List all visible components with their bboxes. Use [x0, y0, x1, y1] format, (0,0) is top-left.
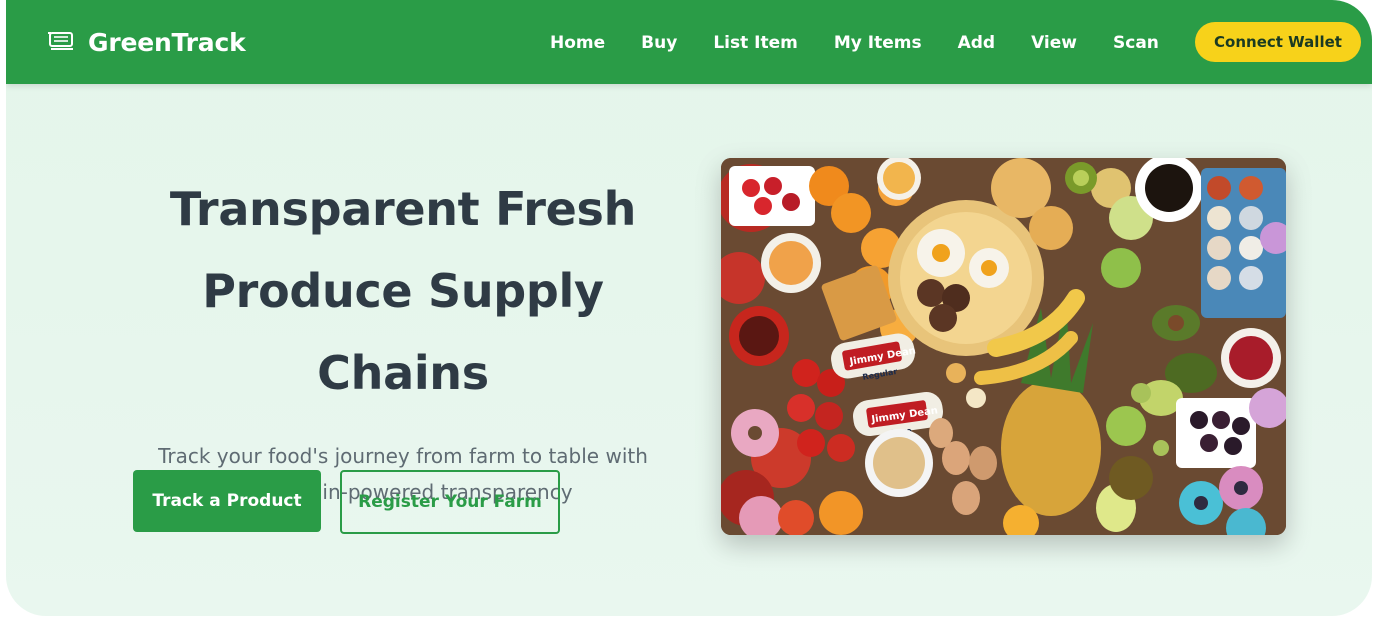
hero-title-line1: Transparent Fresh [169, 182, 637, 236]
nav-link-list-item[interactable]: List Item [713, 33, 798, 53]
hero-subtitle-line1: Track your food's journey from farm to t… [158, 444, 648, 468]
nav-link-view[interactable]: View [1031, 33, 1077, 53]
hero-text: Transparent Fresh Produce Supply Chains … [110, 168, 696, 510]
connect-wallet-button[interactable]: Connect Wallet [1195, 22, 1361, 62]
nav-link-buy[interactable]: Buy [641, 33, 677, 53]
nav-link-scan[interactable]: Scan [1113, 33, 1159, 53]
brand-logo[interactable]: GreenTrack [48, 26, 246, 58]
nav-link-home[interactable]: Home [550, 33, 605, 53]
app-frame: GreenTrack Home Buy List Item My Items A… [6, 0, 1372, 616]
nav-link-my-items[interactable]: My Items [834, 33, 922, 53]
hero-food-image: Jimmy Dean Regular Jimmy Dean Sage [721, 158, 1286, 535]
hero-title: Transparent Fresh Produce Supply Chains [110, 168, 696, 414]
nav-link-add[interactable]: Add [958, 33, 996, 53]
hero-title-line2: Produce Supply Chains [202, 264, 604, 400]
nav-links: Home Buy List Item My Items Add View Sca… [550, 28, 1195, 58]
shopping-cart-icon [48, 32, 73, 50]
top-navbar: GreenTrack Home Buy List Item My Items A… [6, 0, 1372, 84]
track-product-button[interactable]: Track a Product [133, 470, 321, 532]
brand-name: GreenTrack [88, 27, 246, 57]
food-flatlay-illustration: Jimmy Dean Regular Jimmy Dean Sage [721, 158, 1286, 535]
register-farm-button[interactable]: Register Your Farm [340, 470, 560, 534]
